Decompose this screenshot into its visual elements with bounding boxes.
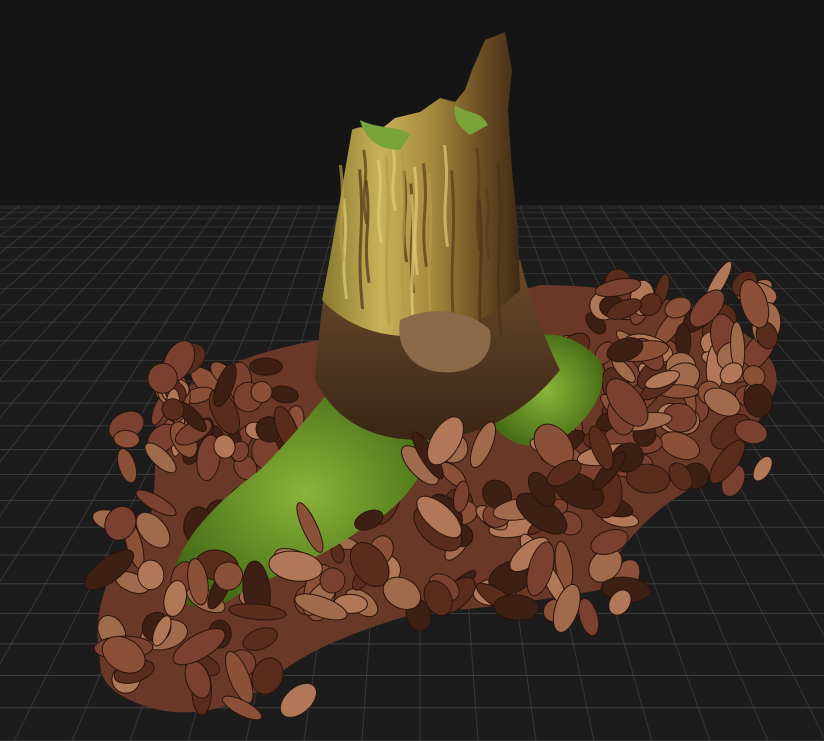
wood-grain [400,149,407,329]
wood-grain [450,170,457,337]
wood-grain [427,173,434,331]
wood-grain [364,179,371,283]
leaf [249,357,283,376]
wood-grain [376,159,383,244]
wood-grain [384,155,391,325]
wood-grain [362,149,369,225]
wood-grain [475,147,482,251]
wood-grain [484,188,491,260]
wood-grain [390,143,397,212]
wood-grain [342,198,349,300]
wood-grain [413,166,420,275]
wood-grain [358,169,365,310]
wood-grain [421,163,428,268]
viewport-canvas[interactable] [0,0,824,741]
wood-grain [338,164,345,263]
wood-grain [443,144,449,247]
wood-grain [496,162,503,336]
3d-viewport[interactable] [0,0,824,741]
